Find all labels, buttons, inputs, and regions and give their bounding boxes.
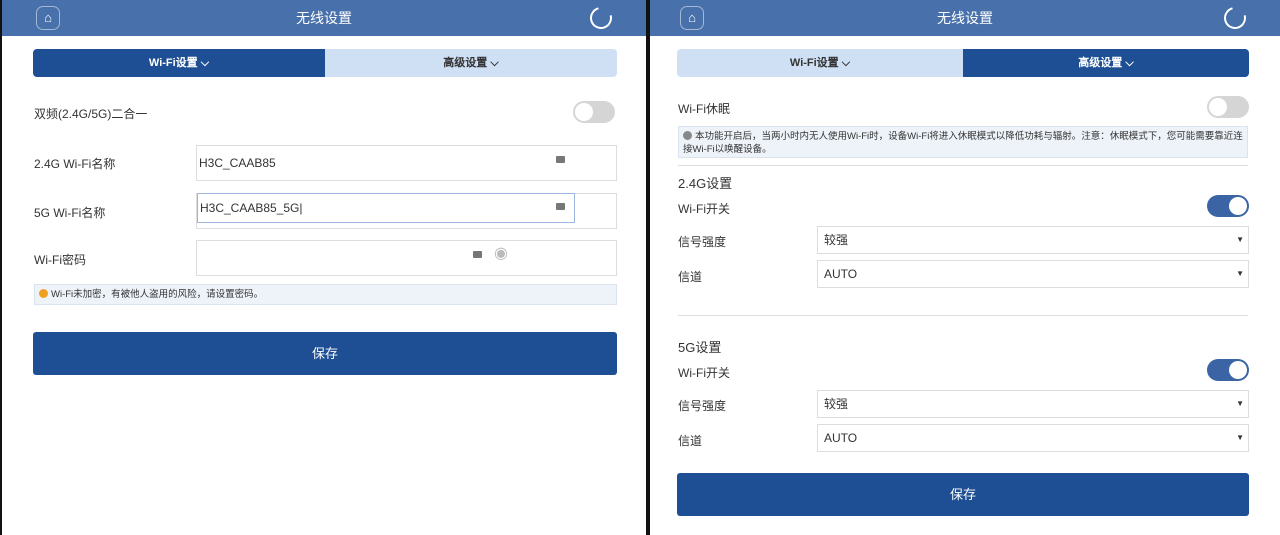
g24-channel-value: AUTO [824,267,858,281]
g5-heading: 5G设置 [678,340,722,355]
tab-wifi-settings[interactable]: Wi-Fi设置 ⌵ [33,49,325,77]
g24-wifi-toggle[interactable] [1207,195,1249,217]
right-panel: ⌂ 无线设置 Wi-Fi设置 ⌵ 高级设置 ⌵ Wi-Fi休眠 本功能开启后，当… [650,0,1280,535]
warning-text: Wi-Fi未加密，有被他人盗用的风险，请设置密码。 [51,289,264,300]
ssid5-input[interactable]: H3C_CAAB85_5G| [197,193,575,223]
divider [678,315,1248,316]
dual-band-toggle[interactable] [573,101,615,123]
home-icon[interactable]: ⌂ [680,6,704,30]
g5-signal-select[interactable]: 较强 ▼ [817,390,1249,418]
g24-switch-label: Wi-Fi开关 [678,202,730,216]
password-input[interactable] [196,240,617,276]
tab-advanced-settings[interactable]: 高级设置 ⌵ [963,49,1249,77]
warning-note: Wi-Fi未加密，有被他人盗用的风险，请设置密码。 [34,284,617,305]
tab-label: 高级设置 [443,57,488,69]
sleep-note-text: 本功能开启后，当两小时内无人使用Wi-Fi时，设备Wi-Fi将进入休眠模式以降低… [683,131,1243,155]
page-title: 无线设置 [937,10,993,26]
info-icon [683,131,692,140]
dropdown-arrow-icon: ▼ [1236,433,1244,442]
g5-wifi-toggle[interactable] [1207,359,1249,381]
tab-wifi-settings[interactable]: Wi-Fi设置 ⌵ [677,49,963,77]
save-button[interactable]: 保存 [677,473,1249,516]
divider [678,165,1248,166]
refresh-icon[interactable] [585,2,617,34]
keyboard-icon [473,251,482,258]
g5-signal-label: 信号强度 [678,399,727,413]
g24-signal-value: 较强 [824,233,849,247]
ssid5-label: 5G Wi-Fi名称 [34,206,106,220]
tab-bar: Wi-Fi设置 ⌵ 高级设置 ⌵ [677,49,1249,77]
tab-advanced-settings[interactable]: 高级设置 ⌵ [325,49,617,77]
keyboard-icon [556,203,565,210]
g24-heading: 2.4G设置 [678,176,733,191]
tab-label: Wi-Fi设置 [789,57,839,69]
ssid5-value: H3C_CAAB85_5G [200,201,300,215]
tab-label: 高级设置 [1078,57,1123,69]
dropdown-arrow-icon: ▼ [1236,235,1244,244]
sleep-label: Wi-Fi休眠 [678,102,730,116]
eye-icon[interactable]: ◉ [494,243,508,263]
ssid24-input[interactable]: H3C_CAAB85 [196,145,617,181]
g5-channel-select[interactable]: AUTO ▼ [817,424,1249,452]
dropdown-arrow-icon: ▼ [1236,399,1244,408]
home-icon[interactable]: ⌂ [36,6,60,30]
sleep-note: 本功能开启后，当两小时内无人使用Wi-Fi时，设备Wi-Fi将进入休眠模式以降低… [678,126,1248,158]
header: ⌂ 无线设置 [650,0,1280,36]
g24-channel-select[interactable]: AUTO ▼ [817,260,1249,288]
ssid24-label: 2.4G Wi-Fi名称 [34,157,116,171]
g24-channel-label: 信道 [678,270,703,284]
g5-channel-label: 信道 [678,434,703,448]
g5-channel-value: AUTO [824,431,858,445]
tab-label: Wi-Fi设置 [148,57,198,69]
ssid24-value: H3C_CAAB85 [199,156,276,170]
sleep-toggle[interactable] [1207,96,1249,118]
left-panel: ⌂ 无线设置 Wi-Fi设置 ⌵ 高级设置 ⌵ 双频(2.4G/5G)二合一 2… [2,0,646,535]
page-title: 无线设置 [296,10,352,26]
dual-band-label: 双频(2.4G/5G)二合一 [34,107,148,121]
refresh-icon[interactable] [1219,2,1251,34]
save-button[interactable]: 保存 [33,332,617,375]
g5-signal-value: 较强 [824,397,849,411]
tab-bar: Wi-Fi设置 ⌵ 高级设置 ⌵ [33,49,617,77]
password-label: Wi-Fi密码 [34,253,86,267]
g24-signal-select[interactable]: 较强 ▼ [817,226,1249,254]
warning-icon [39,289,48,298]
g5-switch-label: Wi-Fi开关 [678,366,730,380]
header: ⌂ 无线设置 [2,0,646,36]
keyboard-icon [556,156,565,163]
dropdown-arrow-icon: ▼ [1236,269,1244,278]
g24-signal-label: 信号强度 [678,235,727,249]
